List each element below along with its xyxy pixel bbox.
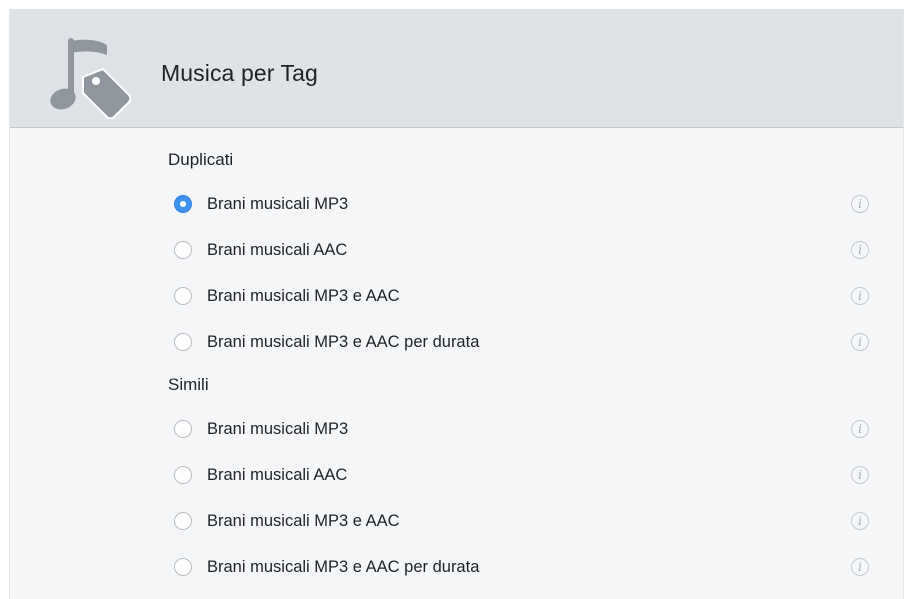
info-icon[interactable]: i	[851, 195, 869, 213]
option-label: Brani musicali MP3 e AAC per durata	[207, 558, 480, 576]
info-icon[interactable]: i	[851, 466, 869, 484]
radio-option-duplicati-aac[interactable]: Brani musicali AAC i	[174, 236, 884, 266]
option-label: Brani musicali MP3 e AAC per durata	[207, 333, 480, 351]
option-label: Brani musicali MP3	[207, 195, 349, 213]
section-title-duplicati: Duplicati	[168, 150, 234, 169]
info-icon[interactable]: i	[851, 287, 869, 305]
music-tag-icon	[50, 38, 132, 119]
option-label: Brani musicali AAC	[207, 466, 348, 484]
info-icon[interactable]: i	[851, 420, 869, 438]
radio-option-simili-mp3[interactable]: Brani musicali MP3 i	[174, 415, 884, 445]
radio-option-duplicati-mp3-aac-durata[interactable]: Brani musicali MP3 e AAC per durata i	[174, 328, 884, 358]
radio-button[interactable]	[174, 287, 192, 305]
radio-option-simili-mp3-aac-durata[interactable]: Brani musicali MP3 e AAC per durata i	[174, 553, 884, 583]
section-title-simili: Simili	[168, 375, 209, 394]
info-icon[interactable]: i	[851, 512, 869, 530]
radio-option-duplicati-mp3-aac[interactable]: Brani musicali MP3 e AAC i	[174, 282, 884, 312]
option-label: Brani musicali MP3 e AAC	[207, 512, 400, 530]
radio-option-duplicati-mp3[interactable]: Brani musicali MP3 i	[174, 190, 884, 220]
radio-button[interactable]	[174, 420, 192, 438]
radio-option-simili-aac[interactable]: Brani musicali AAC i	[174, 461, 884, 491]
radio-button[interactable]	[174, 333, 192, 351]
option-label: Brani musicali AAC	[207, 241, 348, 259]
option-label: Brani musicali MP3	[207, 420, 349, 438]
scan-settings-panel: Musica per Tag Duplicati Brani musicali …	[9, 9, 904, 599]
radio-button[interactable]	[174, 466, 192, 484]
radio-button[interactable]	[174, 512, 192, 530]
info-icon[interactable]: i	[851, 333, 869, 351]
radio-button[interactable]	[174, 558, 192, 576]
radio-button[interactable]	[174, 241, 192, 259]
info-icon[interactable]: i	[851, 241, 869, 259]
info-icon[interactable]: i	[851, 558, 869, 576]
radio-option-simili-mp3-aac[interactable]: Brani musicali MP3 e AAC i	[174, 507, 884, 537]
page-title: Musica per Tag	[161, 60, 318, 86]
panel-header: Musica per Tag	[10, 9, 903, 128]
option-label: Brani musicali MP3 e AAC	[207, 287, 400, 305]
radio-button[interactable]	[174, 195, 192, 213]
